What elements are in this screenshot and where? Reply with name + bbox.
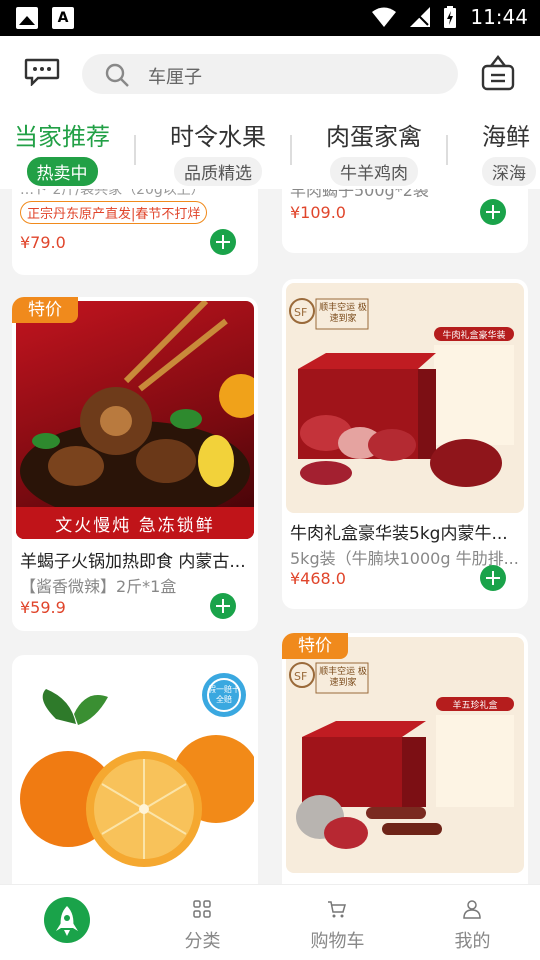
svg-text:SF: SF: [294, 306, 307, 319]
category-tabs: 当家推荐 热卖中 时令水果 品质精选 肉蛋家禽 牛羊鸡肉 海鲜 深海: [0, 111, 540, 189]
category-title: 时令水果: [170, 123, 266, 151]
tab-divider: [290, 135, 292, 165]
product-image: 假一赔十 全赔: [16, 659, 254, 884]
add-to-cart-button[interactable]: [210, 593, 236, 619]
grid-icon: [193, 900, 211, 918]
product-image: SF 顺丰空运 极速到家 牛肉礼盒豪华装: [286, 283, 524, 513]
product-price: ¥59.9: [20, 598, 66, 617]
product-image: 文火慢炖 急冻锁鲜: [16, 301, 254, 539]
tab-divider: [134, 135, 136, 165]
category-tab-recommend[interactable]: 当家推荐 热卖中: [14, 117, 110, 186]
product-card[interactable]: 羊肉蝎子500g*2袋 ¥109.0: [282, 189, 528, 253]
rocket-icon: [56, 906, 78, 936]
signal-icon: [410, 7, 431, 27]
product-card[interactable]: 假一赔十 全赔: [12, 655, 258, 884]
clock: 11:44: [470, 5, 528, 29]
product-price: ¥468.0: [290, 569, 346, 588]
sf-shipping-label: 顺丰空运 极速到家: [319, 667, 367, 688]
box-title-label: 羊五珍礼盒: [452, 701, 498, 711]
product-title-partial: …ド 2斤/袋共家（20g以上）: [20, 189, 205, 198]
search-bar[interactable]: 车厘子: [82, 54, 458, 94]
search-icon: [105, 63, 129, 87]
product-card[interactable]: …ド 2斤/袋共家（20g以上） 正宗丹东原产直发|春节不打烊 ¥79.0: [12, 189, 258, 275]
special-price-badge: 特价: [282, 633, 348, 659]
product-card[interactable]: SF 顺丰空运 极速到家 羊五珍礼盒 特价: [282, 633, 528, 884]
home-button: [44, 897, 90, 943]
tab-label: 我的: [454, 931, 491, 952]
person-icon: [463, 900, 481, 919]
category-subtitle: 深海: [482, 157, 536, 186]
product-image-banner: 文火慢炖 急冻锁鲜: [55, 516, 215, 536]
guarantee-seal: 假一赔十 全赔: [208, 685, 240, 704]
basket-icon: [481, 55, 515, 91]
category-subtitle: 热卖中: [26, 157, 98, 186]
tab-label: 购物车: [310, 931, 365, 952]
hotpot-illustration: [16, 301, 254, 539]
product-price: ¥79.0: [20, 233, 66, 252]
category-tab-seafood[interactable]: 海鲜 深海: [482, 117, 536, 186]
svg-text:SF: SF: [294, 670, 307, 683]
battery-icon: [444, 6, 457, 28]
tab-cart[interactable]: 购物车: [270, 885, 405, 960]
tab-category[interactable]: 分类: [135, 885, 270, 960]
basket-button[interactable]: [480, 54, 516, 92]
tab-home[interactable]: [0, 885, 135, 960]
product-image: SF 顺丰空运 极速到家 羊五珍礼盒: [286, 637, 524, 873]
product-feed[interactable]: …ド 2斤/袋共家（20g以上） 正宗丹东原产直发|春节不打烊 ¥79.0 羊肉…: [0, 189, 540, 884]
category-title: 肉蛋家禽: [326, 123, 422, 151]
add-to-cart-button[interactable]: [480, 565, 506, 591]
special-price-badge: 特价: [12, 297, 78, 323]
add-to-cart-button[interactable]: [210, 229, 236, 255]
add-to-cart-button[interactable]: [480, 199, 506, 225]
product-card[interactable]: 文火慢炖 急冻锁鲜 特价 羊蝎子火锅加热即食 内蒙古... 【酱香微辣】2斤*1…: [12, 297, 258, 631]
product-price: ¥109.0: [290, 203, 346, 222]
image-notification-icon: [16, 7, 38, 29]
tab-profile[interactable]: 我的: [405, 885, 540, 960]
product-subtitle: 羊肉蝎子500g*2袋: [290, 189, 429, 200]
header: 车厘子: [0, 36, 540, 111]
box-title-label: 牛肉礼盒豪华装: [442, 331, 506, 341]
sf-shipping-label: 顺丰空运 极速到家: [319, 303, 367, 324]
product-title: 羊蝎子火锅加热即食 内蒙古...: [20, 552, 246, 572]
search-placeholder: 车厘子: [148, 67, 202, 88]
category-tab-meat[interactable]: 肉蛋家禽 牛羊鸡肉: [326, 117, 422, 186]
tab-label: 分类: [184, 931, 221, 952]
product-title: 牛肉礼盒豪华装5kg内蒙牛...: [290, 524, 508, 544]
bottom-tab-bar: 分类 购物车 我的: [0, 884, 540, 960]
message-icon: [24, 58, 60, 87]
status-bar: A 11:44: [0, 0, 540, 36]
category-title: 当家推荐: [14, 123, 110, 151]
tab-divider: [446, 135, 448, 165]
cart-icon: [328, 901, 346, 918]
message-button[interactable]: [24, 58, 60, 87]
category-subtitle: 牛羊鸡肉: [330, 157, 418, 186]
category-subtitle: 品质精选: [174, 157, 262, 186]
product-tag: 正宗丹东原产直发|春节不打烊: [20, 201, 208, 224]
category-title: 海鲜: [482, 123, 530, 151]
wifi-icon: [372, 7, 397, 27]
app-notification-icon: A: [52, 7, 74, 29]
product-card[interactable]: SF 顺丰空运 极速到家 牛肉礼盒豪华装 牛肉礼盒豪华装5kg内蒙牛... 5k…: [282, 279, 528, 609]
category-tab-fruit[interactable]: 时令水果 品质精选: [170, 117, 266, 186]
